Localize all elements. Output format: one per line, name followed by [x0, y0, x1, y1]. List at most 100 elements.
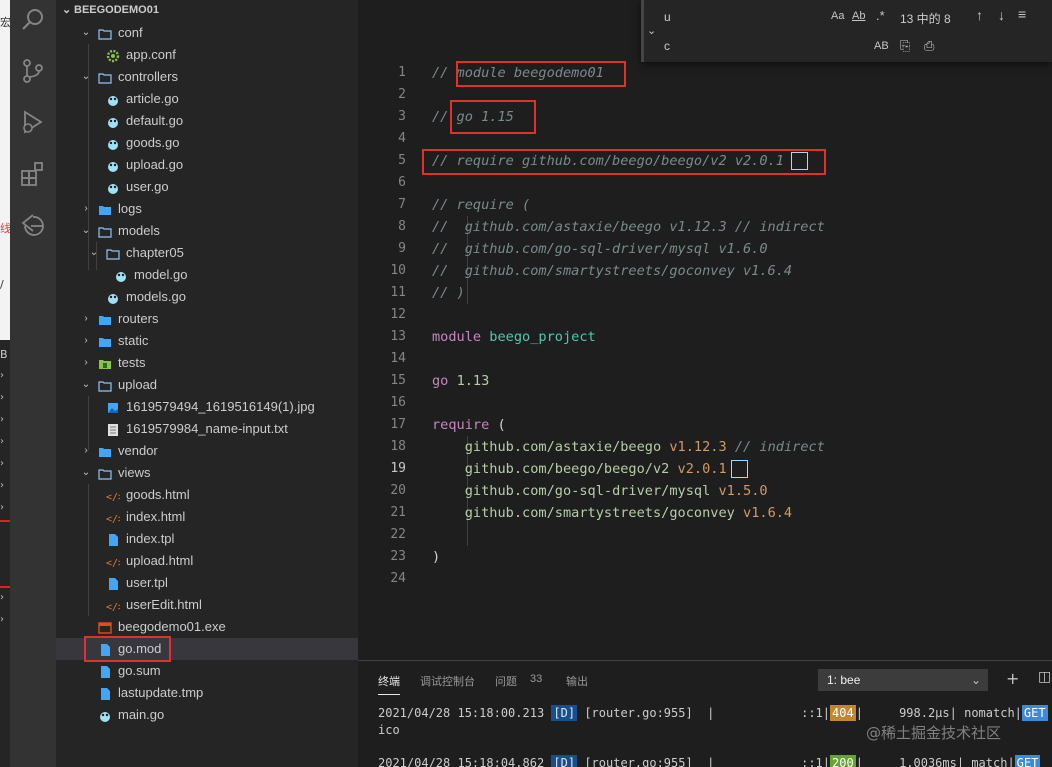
tree-item[interactable]: go.sum [56, 660, 358, 682]
highlight-box [84, 636, 171, 662]
code-keyword: module [432, 329, 482, 345]
preserve-case-button[interactable]: AB [874, 40, 889, 52]
code-line[interactable]: // require ( [432, 194, 530, 216]
previous-match-icon[interactable]: ↑ [976, 7, 983, 23]
file-icon [106, 576, 120, 590]
code-line[interactable]: // github.com/go-sql-driver/mysql v1.6.0 [432, 238, 768, 260]
terminal-select[interactable]: 1: bee ⌄ [818, 669, 988, 691]
tree-item[interactable]: models.go [56, 286, 358, 308]
find-in-selection-icon[interactable]: ≡ [1018, 6, 1026, 22]
regex-button[interactable]: .* [876, 8, 885, 23]
code-line[interactable]: github.com/go-sql-driver/mysql v1.5.0 [432, 480, 768, 502]
code-line[interactable]: github.com/astaxie/beego v1.12.3 // indi… [432, 436, 825, 458]
extensions-icon[interactable] [19, 160, 47, 188]
code-package: github.com/go-sql-driver/mysql [464, 483, 711, 499]
find-input[interactable]: u [664, 5, 824, 29]
replace-input[interactable]: c [664, 34, 824, 58]
log-match: nomatch [964, 706, 1015, 720]
toggle-replace-chevron-icon[interactable]: ⌄ [647, 24, 656, 37]
tree-item[interactable]: › vendor [56, 440, 358, 462]
run-debug-icon[interactable] [19, 108, 47, 136]
tree-item-label: goods.go [126, 135, 180, 150]
chevron-right-icon[interactable]: › [80, 198, 92, 220]
code-line[interactable]: // github.com/astaxie/beego v1.12.3 // i… [432, 216, 825, 238]
code-text: ) [432, 549, 441, 565]
tree-item[interactable]: index.tpl [56, 528, 358, 550]
replace-all-icon[interactable]: ⎙ [924, 38, 934, 54]
whole-word-button[interactable]: Ab [852, 10, 865, 22]
code-text: // github.com/astaxie/beego v1.12.3 // i… [432, 219, 825, 235]
folder-icon [98, 202, 112, 216]
tree-item[interactable]: </> index.html [56, 506, 358, 528]
tree-item[interactable]: </> userEdit.html [56, 594, 358, 616]
tree-item[interactable]: 1619579494_1619516149(1).jpg [56, 396, 358, 418]
tree-item[interactable]: user.tpl [56, 572, 358, 594]
tab-output[interactable]: 输出 [566, 673, 588, 689]
tree-item[interactable]: main.go [56, 704, 358, 726]
code-line[interactable]: github.com/smartystreets/goconvey v1.6.4 [432, 502, 792, 524]
tree-item[interactable]: ⌄ controllers [56, 66, 358, 88]
tree-item[interactable]: lastupdate.tmp [56, 682, 358, 704]
tree-item-label: lastupdate.tmp [118, 685, 204, 700]
code-line[interactable]: // github.com/smartystreets/goconvey v1.… [432, 260, 792, 282]
code-line[interactable]: // ) [432, 282, 465, 304]
source-control-icon[interactable] [19, 57, 47, 85]
tree-item[interactable]: › static [56, 330, 358, 352]
chevron-down-icon[interactable]: ⌄ [80, 462, 92, 484]
chevron-down-icon[interactable]: ⌄ [80, 66, 92, 88]
replace-one-icon[interactable]: ⎘ [900, 38, 910, 54]
chevron-right-icon[interactable]: › [80, 352, 92, 374]
chevron-right-icon[interactable]: › [80, 330, 92, 352]
line-number: 21 [390, 505, 406, 520]
tree-item[interactable]: ⌄ views [56, 462, 358, 484]
line-number: 14 [390, 351, 406, 366]
code-editor[interactable]: 1 2 3 4 5 6 7 8 9 10 11 12 13 14 15 16 17 18 19 20 21 22 23 24 … [358, 0, 1052, 660]
next-match-icon[interactable]: ↓ [998, 7, 1005, 23]
tab-debug-console[interactable]: 调试控制台 [420, 673, 475, 689]
tree-item[interactable]: default.go [56, 110, 358, 132]
code-token: 1.13 [456, 373, 490, 389]
chevron-down-icon[interactable]: ⌄ [80, 374, 92, 396]
tree-item[interactable]: ⌄ chapter05 [56, 242, 358, 264]
chevron-right-icon[interactable]: › [80, 308, 92, 330]
code-line[interactable]: go 1.13 [432, 370, 489, 392]
new-terminal-icon[interactable]: + [1006, 669, 1019, 688]
tree-item[interactable]: </> goods.html [56, 484, 358, 506]
code-token: ( [497, 417, 506, 433]
split-terminal-icon[interactable]: ◫ [1038, 669, 1051, 685]
tab-terminal[interactable]: 终端 [378, 673, 400, 695]
remote-explorer-icon[interactable] [19, 212, 47, 240]
line-number: 15 [390, 373, 406, 388]
tree-item[interactable]: goods.go [56, 132, 358, 154]
chevron-down-icon[interactable]: ⌄ [80, 22, 92, 44]
chevron-down-icon[interactable]: ⌄ [80, 220, 92, 242]
chevron-down-icon[interactable]: ⌄ [88, 242, 100, 264]
tree-item[interactable]: model.go [56, 264, 358, 286]
tree-item[interactable]: ⌄ upload [56, 374, 358, 396]
problems-count-badge: 33 [530, 673, 543, 685]
tree-item[interactable]: app.conf [56, 44, 358, 66]
tree-item[interactable]: ⌄ models [56, 220, 358, 242]
tree-item[interactable]: › tests [56, 352, 358, 374]
find-result-count: 13 中的 8 [900, 12, 951, 26]
tree-item[interactable]: </> upload.html [56, 550, 358, 572]
explorer-root[interactable]: ⌄ BEEGODEMO01 [62, 3, 159, 16]
line-number: 5 [398, 153, 406, 168]
tree-item[interactable]: beegodemo01.exe [56, 616, 358, 638]
search-icon[interactable] [19, 6, 47, 34]
tree-item[interactable]: › routers [56, 308, 358, 330]
tree-item[interactable]: 1619579984_name-input.txt [56, 418, 358, 440]
tree-item[interactable]: user.go [56, 176, 358, 198]
tree-item[interactable]: upload.go [56, 154, 358, 176]
chevron-right-icon[interactable]: › [80, 440, 92, 462]
tree-item[interactable]: › logs [56, 198, 358, 220]
code-line[interactable]: ) [432, 546, 440, 568]
tree-item[interactable]: ⌄ conf [56, 22, 358, 44]
code-line[interactable]: github.com/beego/beego/v2 v2.0.1 [432, 458, 727, 480]
tree-item[interactable]: article.go [56, 88, 358, 110]
code-line[interactable]: module beego_project [432, 326, 596, 348]
exe-file-icon [98, 620, 112, 634]
match-case-button[interactable]: Aa [831, 10, 844, 22]
code-line[interactable]: require ( [432, 414, 506, 436]
tab-problems[interactable]: 问题 [495, 673, 517, 689]
